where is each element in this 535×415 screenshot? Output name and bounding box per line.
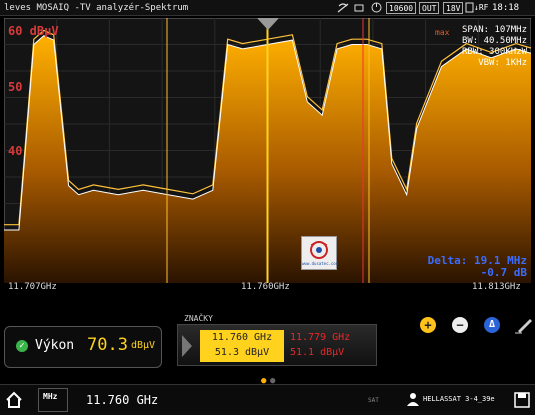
marker-2-frequency: 11.779 GHz: [290, 332, 351, 343]
vbw-readout: VBW: 1KHz: [478, 58, 527, 68]
measurement-settings: SPAN: 107MHz BW: 40.50MHz RBW: 300KHzW V…: [447, 25, 527, 69]
bottom-bar: MHz 11.760 GHz SAT HELLASSAT 3-4_39e: [0, 384, 535, 415]
lnb-output-badge: OUT: [419, 2, 440, 14]
band-icon: [464, 2, 474, 14]
power-label: Výkon: [35, 338, 75, 353]
marker-1-frequency: 11.760 GHz: [211, 332, 273, 343]
watermark-logo: www.dusatec.com: [301, 236, 339, 270]
marker-1-box[interactable]: 11.760 GHz 51.3 dBµV: [200, 330, 284, 362]
x-label-start: 11.707GHz: [8, 282, 57, 292]
markers-panel[interactable]: 11.760 GHz 51.3 dBµV 11.779 GHz 51.1 dBµ…: [177, 324, 377, 366]
x-label-center: 11.760GHz: [241, 282, 290, 292]
rf-indicator: ↓RF: [474, 3, 489, 12]
lnb-icon: [352, 2, 366, 14]
y-label-50: 50: [8, 80, 23, 94]
logo-url: www.dusatec.com: [302, 261, 339, 266]
lo-frequency-badge: 10600: [386, 2, 417, 14]
user-icon: [407, 393, 419, 406]
panel-arrow-icon[interactable]: [180, 333, 194, 359]
save-icon[interactable]: [513, 391, 531, 409]
clock: 18:18: [492, 3, 520, 13]
lnb-voltage-badge: 18V: [443, 2, 464, 14]
power-readout[interactable]: ✓ Výkon 70.3 dBµV: [4, 326, 162, 368]
sat-label: SAT: [368, 397, 379, 404]
delta-marker-icon[interactable]: Δ: [484, 317, 500, 333]
marker-1-level: 51.3 dBµV: [214, 347, 270, 358]
delta-readout: Delta: 19.1 MHz -0.7 dB: [386, 255, 527, 279]
check-icon: ✓: [16, 340, 28, 352]
app-title: leves MOSAIQ -TV analyzér-Spektrum: [4, 3, 189, 13]
marker-2-box[interactable]: 11.779 GHz 51.1 dBµV: [290, 330, 350, 360]
tuned-frequency[interactable]: 11.760 GHz: [86, 393, 158, 407]
mhz-label: MHz: [43, 392, 58, 401]
power-status-icon: [370, 2, 382, 14]
frequency-mode-button[interactable]: MHz: [38, 388, 68, 412]
reference-level-label: 60 dBµV: [8, 24, 59, 38]
rbw-readout: RBW: 300KHzW: [461, 47, 527, 57]
edit-icon[interactable]: [514, 316, 534, 334]
markers-panel-label: ZNAČKY: [184, 314, 213, 323]
home-icon[interactable]: [5, 391, 23, 409]
remove-marker-icon[interactable]: −: [452, 317, 468, 333]
x-label-end: 11.813GHz: [472, 282, 521, 292]
span-readout: SPAN: 107MHz: [461, 25, 527, 35]
spectrum-plot[interactable]: 60 dBµV 50 40 max SPAN: 107MHz BW: 40.50…: [3, 17, 532, 284]
add-marker-icon[interactable]: +: [420, 317, 436, 333]
satellite-name[interactable]: HELLASSAT 3-4_39e: [423, 395, 495, 403]
status-bar: leves MOSAIQ -TV analyzér-Spektrum 10600…: [0, 0, 535, 16]
no-signal-icon: [336, 2, 350, 14]
delta-level: -0.7 dB: [480, 266, 527, 279]
y-label-40: 40: [8, 144, 23, 158]
power-unit: dBµV: [131, 340, 156, 351]
bandwidth-readout: BW: 40.50MHz: [461, 36, 527, 46]
power-value: 70.3: [87, 335, 128, 355]
marker-2-level: 51.1 dBµV: [290, 347, 345, 358]
